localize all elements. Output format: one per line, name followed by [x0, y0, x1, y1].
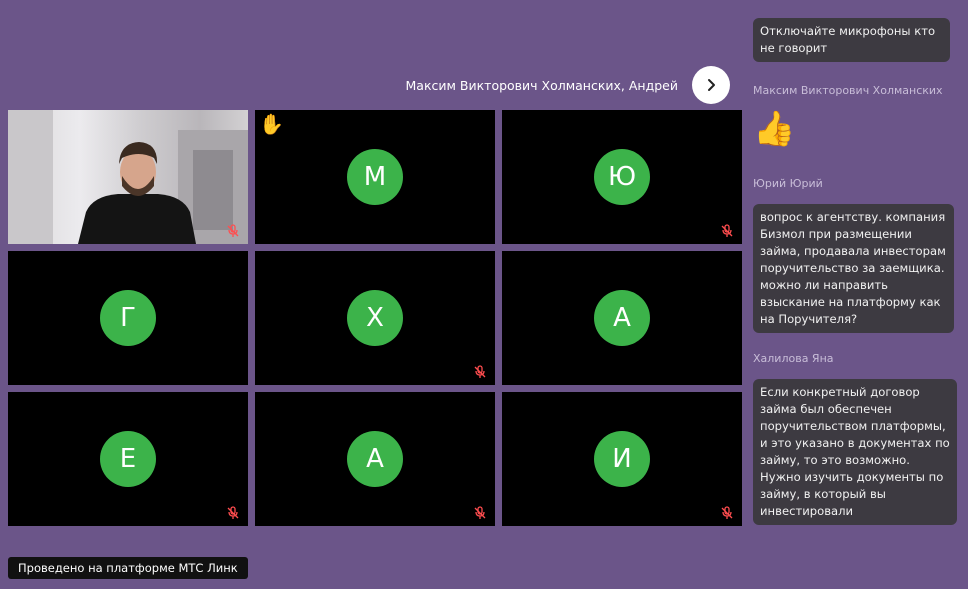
participants-grid: ✋ М Ю Г Х А Е А И [8, 110, 742, 526]
chat-author: Халилова Яна [753, 352, 834, 365]
thumbs-up-icon: 👍 [753, 109, 796, 149]
mic-off-icon [721, 224, 733, 237]
next-page-button[interactable] [692, 66, 730, 104]
participant-video-feed [8, 110, 248, 244]
participant-tile[interactable]: А [255, 392, 495, 526]
participant-tile[interactable]: Г [8, 251, 248, 385]
mic-off-icon [227, 224, 239, 237]
participant-avatar: А [347, 431, 403, 487]
participant-tile-video[interactable] [8, 110, 248, 244]
platform-badge: Проведено на платформе МТС Линк [8, 557, 248, 579]
active-speakers-bar: Максим Викторович Холманских, Андрей [300, 66, 730, 104]
chat-message: Если конкретный договор займа был обеспе… [753, 379, 957, 525]
participant-tile[interactable]: Ю [502, 110, 742, 244]
participant-tile[interactable]: И [502, 392, 742, 526]
participant-tile[interactable]: Е [8, 392, 248, 526]
chat-message: вопрос к агентству. компания Бизмол при … [753, 204, 954, 333]
participant-tile[interactable]: ✋ М [255, 110, 495, 244]
chevron-right-icon [708, 79, 715, 91]
participant-tile[interactable]: А [502, 251, 742, 385]
participant-avatar: Е [100, 431, 156, 487]
mic-off-icon [721, 506, 733, 519]
participant-avatar: М [347, 149, 403, 205]
mic-off-icon [474, 506, 486, 519]
mic-off-icon [474, 365, 486, 378]
chat-author: Юрий Юрий [753, 177, 823, 190]
mic-off-icon [227, 506, 239, 519]
chat-author: Максим Викторович Холманских [753, 84, 943, 97]
raised-hand-icon: ✋ [259, 112, 284, 136]
participant-avatar: Ю [594, 149, 650, 205]
participant-tile[interactable]: Х [255, 251, 495, 385]
participant-avatar: И [594, 431, 650, 487]
active-speakers-label: Максим Викторович Холманских, Андрей [405, 77, 678, 93]
participant-avatar: А [594, 290, 650, 346]
participant-avatar: Х [347, 290, 403, 346]
participant-avatar: Г [100, 290, 156, 346]
chat-message: Отключайте микрофоны кто не говорит [753, 18, 950, 62]
